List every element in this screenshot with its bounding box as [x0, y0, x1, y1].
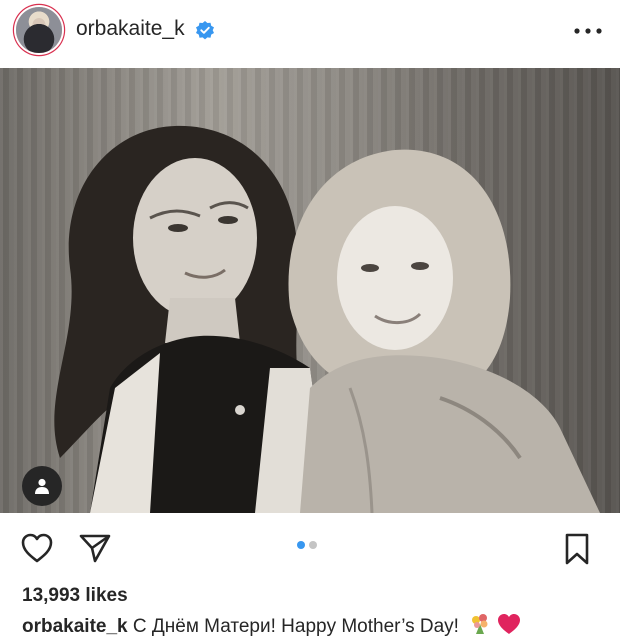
photo-figures: [54, 125, 600, 513]
red-heart-icon: [498, 614, 521, 634]
caption-text: С Днём Матери! Happy Mother’s Day!: [127, 616, 465, 637]
post-photo[interactable]: [0, 68, 620, 513]
carousel-dot-active: [297, 541, 305, 549]
post-header: orbakaite_k: [0, 0, 620, 62]
carousel-indicator: [297, 541, 317, 551]
heart-icon[interactable]: [20, 532, 54, 564]
bookmark-icon[interactable]: [562, 532, 592, 566]
user-tag-button[interactable]: [22, 466, 62, 506]
avatar[interactable]: [16, 7, 62, 53]
user-tag-icon: [35, 478, 49, 494]
bouquet-icon: [472, 614, 488, 634]
more-options-icon[interactable]: [574, 28, 602, 34]
share-icon[interactable]: [78, 532, 112, 564]
caption: orbakaite_k С Днём Матери! Happy Mother’…: [22, 612, 522, 638]
likes-count[interactable]: 13,993 likes: [22, 585, 128, 607]
username[interactable]: orbakaite_k: [76, 17, 185, 41]
carousel-dot: [309, 541, 317, 549]
caption-username[interactable]: orbakaite_k: [22, 616, 128, 637]
verified-icon: [196, 21, 214, 40]
